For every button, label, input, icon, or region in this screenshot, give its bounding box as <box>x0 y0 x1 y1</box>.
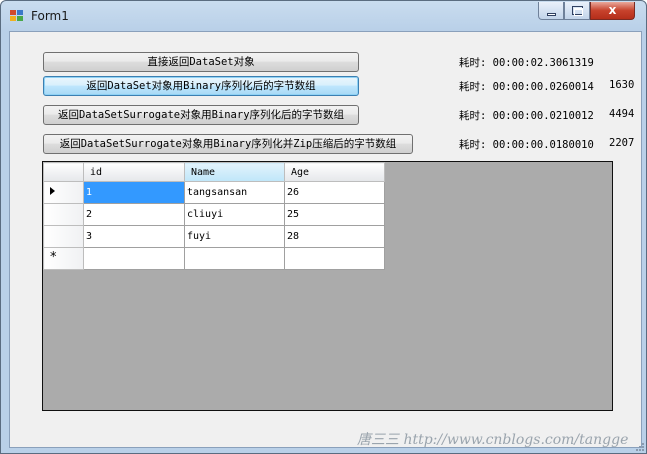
grid-cell[interactable]: fuyi <box>184 225 285 248</box>
column-header-id[interactable]: id <box>83 162 185 182</box>
grid-cell[interactable] <box>284 247 385 270</box>
grid-cell[interactable]: 1 <box>83 181 185 204</box>
size-label-3: 4494 <box>609 108 635 120</box>
column-header-name[interactable]: Name <box>184 162 285 182</box>
maximize-icon <box>572 6 583 16</box>
return-surrogate-zip-button[interactable]: 返回DataSetSurrogate对象用Binary序列化并Zip压缩后的字节… <box>43 134 413 154</box>
new-row-icon: * <box>50 250 57 265</box>
table-row[interactable]: 2 cliuyi 25 <box>43 203 385 226</box>
grid-cell[interactable]: 26 <box>284 181 385 204</box>
timing-label-1: 耗时: 00:00:02.3061319 <box>459 57 594 69</box>
row-header[interactable]: * <box>43 247 84 270</box>
resize-grip-icon[interactable] <box>634 441 644 451</box>
return-dataset-button[interactable]: 直接返回DataSet对象 <box>43 52 359 72</box>
data-grid-view[interactable]: id Name Age 1 tangsansan 26 2 cliuyi 25 … <box>42 161 613 411</box>
grid-cell[interactable]: 25 <box>284 203 385 226</box>
maximize-button[interactable] <box>564 2 590 20</box>
title-bar[interactable]: Form1 x <box>1 1 646 31</box>
form1-window: Form1 x 直接返回DataSet对象 返回DataSet对象用Binary… <box>0 0 647 454</box>
new-row[interactable]: * <box>43 247 385 270</box>
timing-label-2: 耗时: 00:00:00.0260014 <box>459 81 594 93</box>
size-label-4: 2207 <box>609 137 635 149</box>
grid-table: id Name Age 1 tangsansan 26 2 cliuyi 25 … <box>43 162 385 270</box>
watermark: 唐三三 http://www.cnblogs.com/tangge <box>357 432 629 448</box>
return-surrogate-binary-button[interactable]: 返回DataSetSurrogate对象用Binary序列化后的字节数组 <box>43 105 359 125</box>
minimize-button[interactable] <box>538 2 564 20</box>
window-title: Form1 <box>31 9 69 23</box>
grid-cell[interactable]: 3 <box>83 225 185 248</box>
row-header[interactable] <box>43 181 84 204</box>
return-dataset-binary-button[interactable]: 返回DataSet对象用Binary序列化后的字节数组 <box>43 76 359 96</box>
size-label-2: 1630 <box>609 79 635 91</box>
grid-header-row: id Name Age <box>43 162 385 182</box>
table-row[interactable]: 3 fuyi 28 <box>43 225 385 248</box>
grid-cell[interactable] <box>83 247 185 270</box>
grid-cell[interactable]: tangsansan <box>184 181 285 204</box>
close-icon: x <box>608 3 617 17</box>
table-row[interactable]: 1 tangsansan 26 <box>43 181 385 204</box>
close-button[interactable]: x <box>590 2 635 20</box>
row-pointer-icon <box>50 187 55 195</box>
row-header[interactable] <box>43 225 84 248</box>
row-header[interactable] <box>43 203 84 226</box>
app-icon <box>10 10 24 22</box>
grid-cell[interactable]: 2 <box>83 203 185 226</box>
grid-corner-header[interactable] <box>43 162 84 182</box>
grid-cell[interactable]: 28 <box>284 225 385 248</box>
grid-cell[interactable]: cliuyi <box>184 203 285 226</box>
column-header-age[interactable]: Age <box>284 162 385 182</box>
timing-label-4: 耗时: 00:00:00.0180010 <box>459 139 594 151</box>
minimize-icon <box>547 13 556 16</box>
grid-cell[interactable] <box>184 247 285 270</box>
timing-label-3: 耗时: 00:00:00.0210012 <box>459 110 594 122</box>
